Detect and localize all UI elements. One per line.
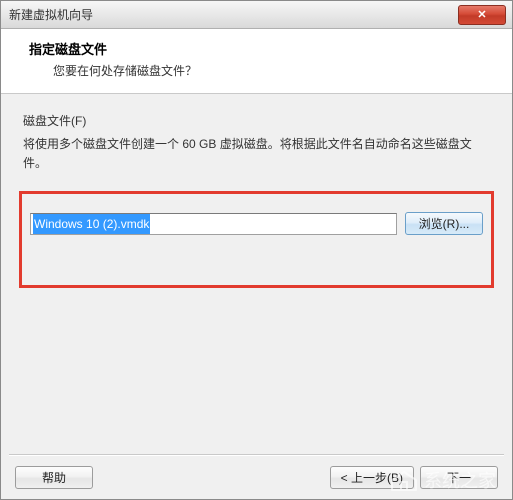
disk-file-description: 将使用多个磁盘文件创建一个 60 GB 虚拟磁盘。将根据此文件名自动命名这些磁盘… (23, 135, 490, 173)
wizard-content: 磁盘文件(F) 将使用多个磁盘文件创建一个 60 GB 虚拟磁盘。将根据此文件名… (1, 94, 512, 298)
next-button-label: 下一 (447, 469, 471, 486)
browse-button[interactable]: 浏览(R)... (405, 212, 483, 235)
close-button[interactable]: ✕ (458, 5, 506, 25)
help-button[interactable]: 帮助 (15, 466, 93, 489)
help-button-label: 帮助 (42, 469, 66, 486)
footer-divider (9, 454, 504, 455)
next-button[interactable]: 下一 (420, 466, 498, 489)
browse-button-label: 浏览(R)... (419, 215, 470, 232)
file-row: Windows 10 (2).vmdk 浏览(R)... (30, 212, 483, 235)
page-title: 指定磁盘文件 (29, 39, 496, 58)
window-title: 新建虚拟机向导 (9, 6, 93, 23)
highlight-annotation: Windows 10 (2).vmdk 浏览(R)... (19, 191, 494, 288)
back-button[interactable]: < 上一步(B) (330, 466, 414, 489)
disk-file-label: 磁盘文件(F) (23, 112, 490, 129)
wizard-footer: 帮助 < 上一步(B) 下一 (1, 466, 512, 489)
disk-file-input[interactable]: Windows 10 (2).vmdk (30, 213, 397, 235)
close-icon: ✕ (477, 8, 486, 21)
wizard-header: 指定磁盘文件 您要在何处存储磁盘文件？ (1, 29, 512, 94)
footer-right-group: < 上一步(B) 下一 (330, 466, 498, 489)
titlebar: 新建虚拟机向导 ✕ (1, 1, 512, 29)
wizard-window: 新建虚拟机向导 ✕ 指定磁盘文件 您要在何处存储磁盘文件？ 磁盘文件(F) 将使… (0, 0, 513, 500)
back-button-label: < 上一步(B) (341, 469, 403, 486)
disk-file-value: Windows 10 (2).vmdk (33, 214, 150, 234)
page-subtitle: 您要在何处存储磁盘文件？ (53, 62, 496, 79)
